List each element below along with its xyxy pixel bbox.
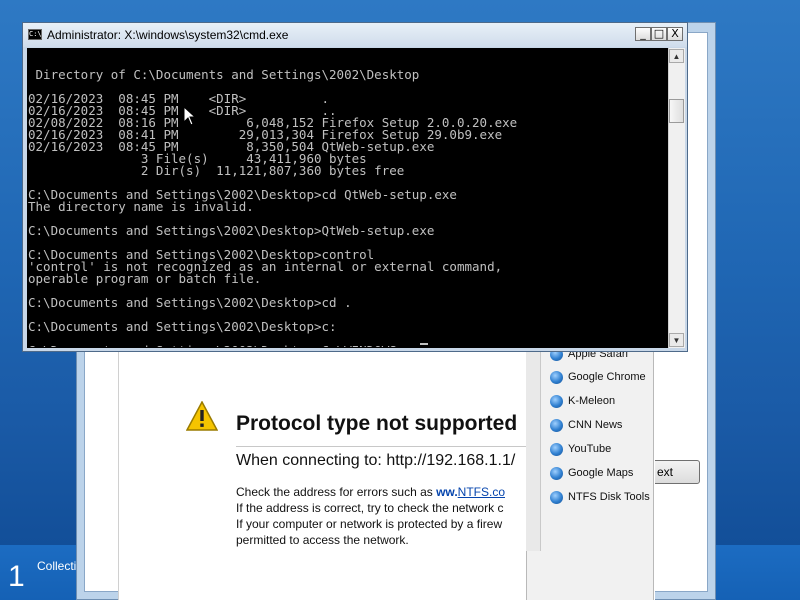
bookmark-ntfs-disk-tools[interactable]: NTFS Disk Tools <box>550 488 650 506</box>
maximize-button[interactable]: □ <box>651 27 667 41</box>
setup-step-number: 1 <box>8 560 25 593</box>
suggestion-check-address: Check the address for errors such as ww.… <box>236 484 546 500</box>
cmd-app-icon: C:\ <box>28 29 42 40</box>
bookmark-cnn-news[interactable]: CNN News <box>550 416 622 434</box>
cmd-window-title: Administrator: X:\windows\system32\cmd.e… <box>47 28 289 42</box>
error-subtitle: When connecting to: http://192.168.1.1/ <box>236 452 516 469</box>
text-cursor <box>420 343 428 345</box>
cmd-output: Directory of C:\Documents and Settings\2… <box>28 67 518 347</box>
bookmark-google-maps[interactable]: Google Maps <box>550 464 633 482</box>
globe-icon <box>550 466 563 480</box>
cmd-scroll-thumb[interactable] <box>669 99 684 123</box>
ntfs-link[interactable]: ww.NTFS.co <box>436 485 505 499</box>
bookmark-youtube[interactable]: YouTube <box>550 440 611 458</box>
globe-icon <box>550 370 563 384</box>
bookmarks-scrollbar[interactable] <box>526 346 541 551</box>
cmd-vertical-scrollbar[interactable] <box>668 48 685 348</box>
suggestion-check-network: If the address is correct, try to check … <box>236 500 546 516</box>
error-title: Protocol type not supported <box>236 412 518 435</box>
globe-icon <box>550 418 563 432</box>
error-divider <box>236 446 536 447</box>
error-suggestions: Check the address for errors such as ww.… <box>222 484 546 548</box>
scroll-up-arrow-icon[interactable]: ▲ <box>669 49 684 63</box>
warning-icon <box>186 401 218 431</box>
suggestion-permitted: permitted to access the network. <box>236 533 409 547</box>
mouse-pointer-icon <box>183 106 197 126</box>
bookmark-k-meleon[interactable]: K-Meleon <box>550 392 615 410</box>
globe-icon <box>550 442 563 456</box>
globe-icon <box>550 490 563 504</box>
globe-icon <box>550 394 563 408</box>
scroll-down-arrow-icon[interactable]: ▼ <box>669 333 684 347</box>
suggestion-firewall: If your computer or network is protected… <box>236 516 546 532</box>
minimize-button[interactable]: _ <box>635 27 651 41</box>
close-button[interactable]: X <box>667 27 683 41</box>
bookmark-google-chrome[interactable]: Google Chrome <box>550 368 646 386</box>
